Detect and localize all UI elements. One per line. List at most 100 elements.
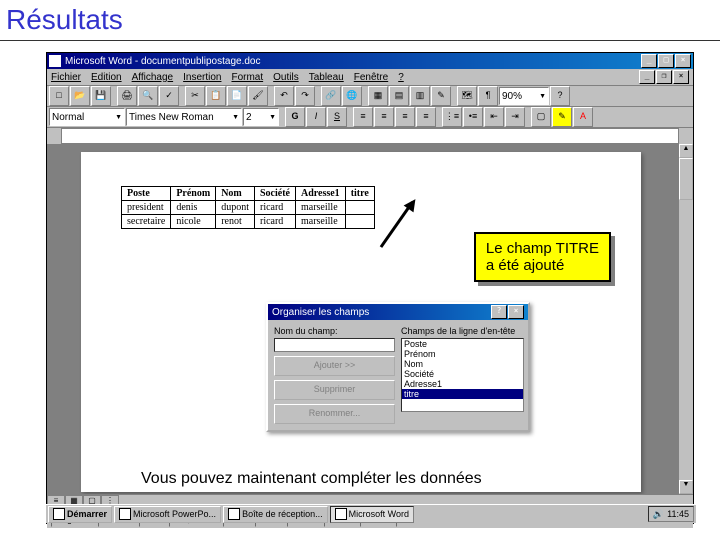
col-societe: Société — [254, 187, 295, 201]
dialog-close-button[interactable]: × — [508, 305, 524, 319]
copy-icon[interactable]: 📋 — [206, 86, 226, 106]
ruler[interactable] — [61, 128, 679, 144]
dialog-title-text: Organiser les champs — [272, 307, 369, 318]
scroll-down-icon[interactable]: ▼ — [679, 480, 693, 494]
font-color-icon[interactable]: A — [573, 107, 593, 127]
new-icon[interactable]: □ — [49, 86, 69, 106]
callout-line1: Le champ TITRE — [486, 240, 599, 257]
link-icon[interactable]: 🔗 — [321, 86, 341, 106]
col-adresse1: Adresse1 — [295, 187, 345, 201]
clock: 11:45 — [667, 508, 689, 521]
dialog-titlebar: Organiser les champs ? × — [268, 304, 528, 320]
menu-table[interactable]: Tableau — [309, 72, 344, 83]
paste-icon[interactable]: 📄 — [227, 86, 247, 106]
excel-icon[interactable]: ▤ — [389, 86, 409, 106]
list-item[interactable]: Nom — [402, 359, 523, 369]
menu-edit[interactable]: Edition — [91, 72, 122, 83]
task-powerpoint[interactable]: Microsoft PowerPo... — [114, 506, 221, 523]
menu-tools[interactable]: Outils — [273, 72, 299, 83]
word-icon — [49, 55, 61, 67]
callout-line2: a été ajouté — [486, 257, 599, 274]
task-word[interactable]: Microsoft Word — [330, 506, 414, 523]
numbering-icon[interactable]: ⋮≡ — [442, 107, 462, 127]
map-icon[interactable]: 🗺 — [457, 86, 477, 106]
align-right-icon[interactable]: ≡ — [395, 107, 415, 127]
app-titlebar: Microsoft Word - documentpublipostage.do… — [47, 53, 693, 69]
italic-icon[interactable]: I — [306, 107, 326, 127]
col-prenom: Prénom — [171, 187, 216, 201]
menu-format[interactable]: Format — [231, 72, 263, 83]
rename-button[interactable]: Renommer... — [274, 404, 395, 424]
tray-icon[interactable]: 🔊 — [653, 508, 664, 521]
add-button[interactable]: Ajouter >> — [274, 356, 395, 376]
scroll-up-icon[interactable]: ▲ — [679, 144, 693, 158]
mailmerge-table: Poste Prénom Nom Société Adresse1 titre … — [121, 186, 375, 229]
align-center-icon[interactable]: ≡ — [374, 107, 394, 127]
header-fields-label: Champs de la ligne d'en-tête — [401, 326, 522, 336]
list-item[interactable]: Prénom — [402, 349, 523, 359]
bold-icon[interactable]: G — [285, 107, 305, 127]
redo-icon[interactable]: ↷ — [295, 86, 315, 106]
cut-icon[interactable]: ✂ — [185, 86, 205, 106]
format-painter-icon[interactable]: 🖌 — [248, 86, 268, 106]
zoom-combo[interactable]: 90%▼ — [499, 87, 549, 105]
outdent-icon[interactable]: ⇤ — [484, 107, 504, 127]
menu-view[interactable]: Affichage — [132, 72, 174, 83]
menu-window[interactable]: Fenêtre — [354, 72, 388, 83]
table-icon[interactable]: ▦ — [368, 86, 388, 106]
menu-help[interactable]: ? — [398, 72, 404, 83]
font-combo[interactable]: Times New Roman▼ — [126, 108, 242, 126]
drawing-icon[interactable]: ✎ — [431, 86, 451, 106]
app-icon — [335, 508, 347, 520]
task-inbox[interactable]: Boîte de réception... — [223, 506, 328, 523]
callout-box: Le champ TITRE a été ajouté — [474, 232, 611, 282]
list-item[interactable]: Poste — [402, 339, 523, 349]
list-item-selected[interactable]: titre — [402, 389, 523, 399]
spell-icon[interactable]: ✓ — [159, 86, 179, 106]
menu-insert[interactable]: Insertion — [183, 72, 221, 83]
list-item[interactable]: Adresse1 — [402, 379, 523, 389]
style-combo[interactable]: Normal▼ — [49, 108, 125, 126]
list-item[interactable]: Société — [402, 369, 523, 379]
close-button[interactable]: × — [675, 54, 691, 68]
web-icon[interactable]: 🌐 — [342, 86, 362, 106]
vertical-scrollbar[interactable]: ▲ ▼ — [678, 144, 693, 494]
doc-minimize-button[interactable]: _ — [639, 70, 655, 84]
justify-icon[interactable]: ≡ — [416, 107, 436, 127]
field-name-label: Nom du champ: — [274, 326, 395, 336]
app-icon — [119, 508, 131, 520]
col-nom: Nom — [216, 187, 255, 201]
table-row: president denis dupont ricard marseille — [122, 201, 375, 215]
scroll-thumb[interactable] — [679, 158, 693, 200]
app-icon — [228, 508, 240, 520]
col-poste: Poste — [122, 187, 171, 201]
preview-icon[interactable]: 🔍 — [138, 86, 158, 106]
maximize-button[interactable]: □ — [658, 54, 674, 68]
minimize-button[interactable]: _ — [641, 54, 657, 68]
help-icon[interactable]: ? — [550, 86, 570, 106]
save-icon[interactable]: 💾 — [91, 86, 111, 106]
print-icon[interactable]: 🖨 — [117, 86, 137, 106]
field-name-input[interactable] — [274, 338, 395, 352]
fields-listbox[interactable]: Poste Prénom Nom Société Adresse1 titre — [401, 338, 524, 412]
table-row: secretaire nicole renot ricard marseille — [122, 215, 375, 229]
para-icon[interactable]: ¶ — [478, 86, 498, 106]
menu-file[interactable]: Fichier — [51, 72, 81, 83]
open-icon[interactable]: 📂 — [70, 86, 90, 106]
instruction-caption: Vous pouvez maintenant compléter les don… — [141, 470, 482, 488]
highlight-icon[interactable]: ✎ — [552, 107, 572, 127]
bullets-icon[interactable]: •≡ — [463, 107, 483, 127]
borders-icon[interactable]: ▢ — [531, 107, 551, 127]
doc-restore-button[interactable]: ❐ — [656, 70, 672, 84]
align-left-icon[interactable]: ≡ — [353, 107, 373, 127]
undo-icon[interactable]: ↶ — [274, 86, 294, 106]
doc-close-button[interactable]: × — [673, 70, 689, 84]
start-button[interactable]: Démarrer — [48, 506, 112, 523]
system-tray[interactable]: 🔊 11:45 — [648, 506, 694, 522]
columns-icon[interactable]: ▥ — [410, 86, 430, 106]
underline-icon[interactable]: S — [327, 107, 347, 127]
indent-icon[interactable]: ⇥ — [505, 107, 525, 127]
delete-button[interactable]: Supprimer — [274, 380, 395, 400]
size-combo[interactable]: 2▼ — [243, 108, 279, 126]
dialog-help-button[interactable]: ? — [491, 305, 507, 319]
